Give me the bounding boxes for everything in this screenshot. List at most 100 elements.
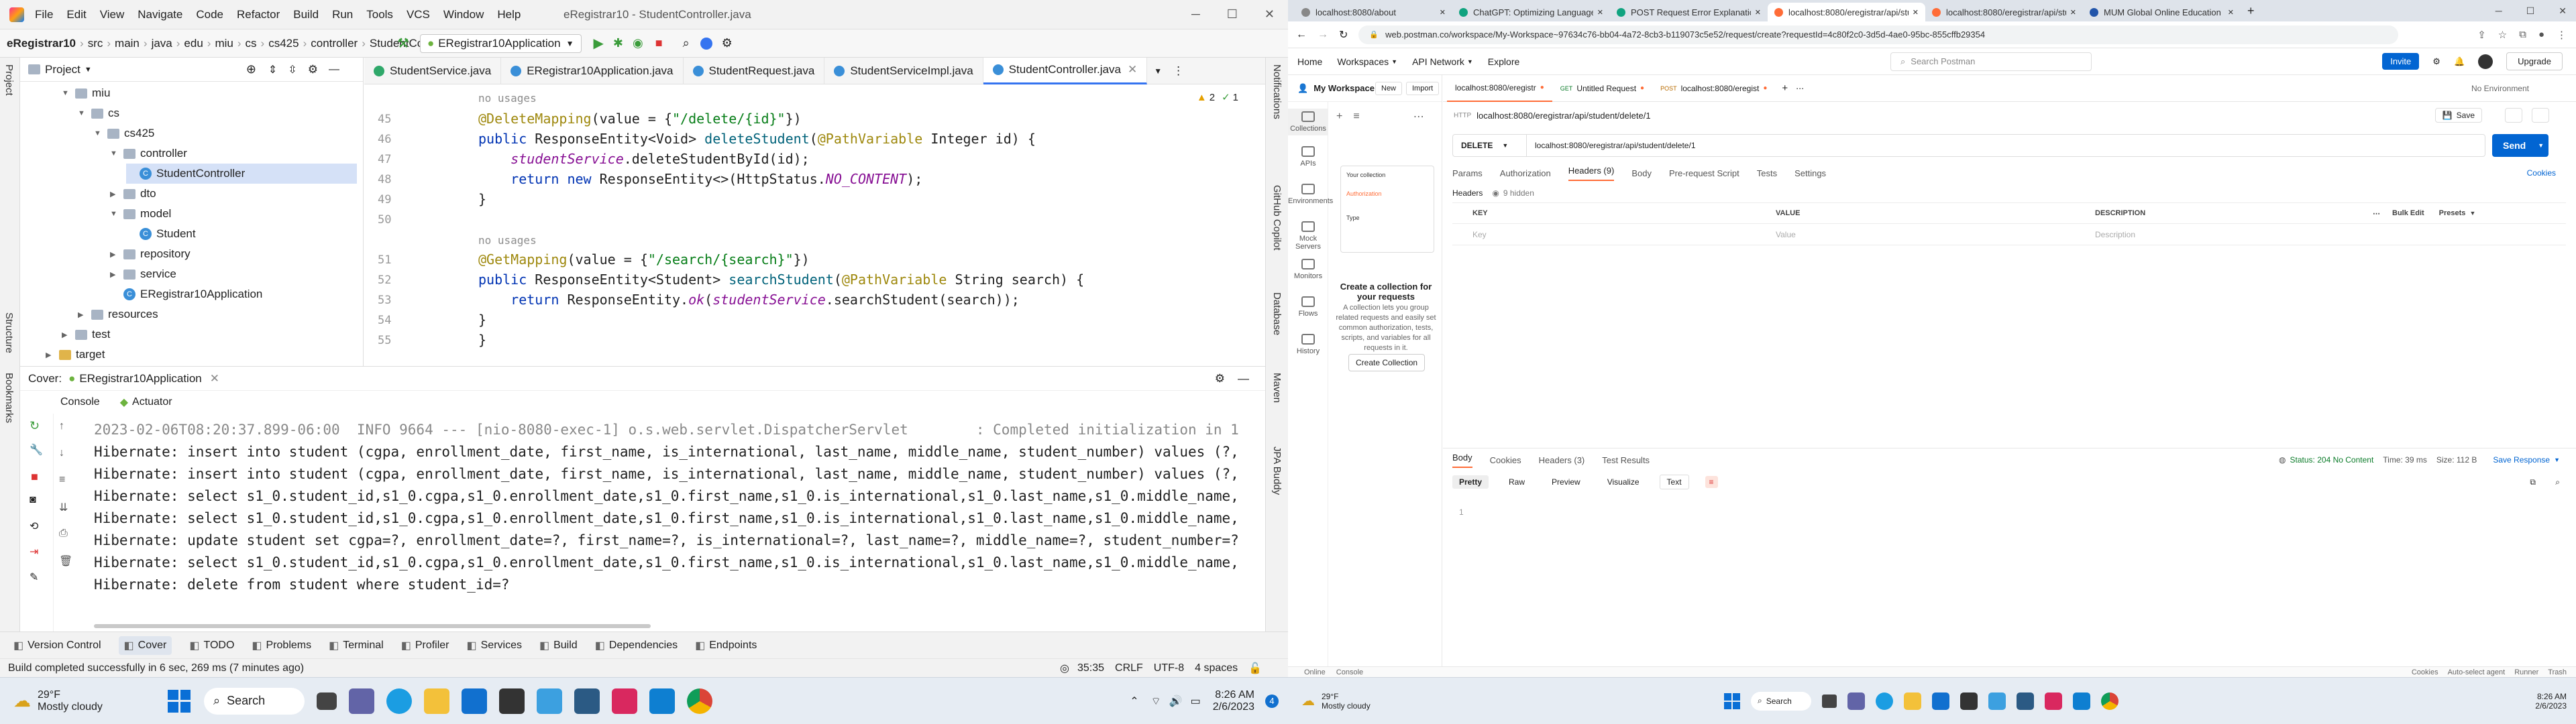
comment-icon[interactable] bbox=[2532, 108, 2549, 123]
new-request-tab-button[interactable]: + bbox=[1782, 82, 1788, 94]
workspace-name[interactable]: My Workspace bbox=[1313, 83, 1375, 93]
browser-tab[interactable]: MUM Global Online Education ✕ bbox=[2083, 3, 2241, 21]
copy-icon[interactable]: ⧉ bbox=[2530, 477, 2536, 487]
code-line[interactable]: public ResponseEntity<Void> deleteStuden… bbox=[478, 129, 1036, 149]
chrome-icon[interactable] bbox=[687, 688, 712, 714]
settings-icon[interactable]: ⚙ bbox=[722, 36, 733, 50]
chevron-down-icon[interactable]: ▼ bbox=[2469, 210, 2475, 217]
tree-item[interactable]: C StudentController bbox=[126, 164, 357, 184]
close-icon[interactable]: ✕ bbox=[1128, 63, 1137, 76]
response-view-option[interactable]: Text bbox=[1659, 475, 1689, 489]
headers-subtab[interactable]: Headers bbox=[1452, 188, 1483, 198]
request-section-tab[interactable]: Params bbox=[1452, 168, 1483, 178]
response-view-option[interactable]: Visualize bbox=[1601, 475, 1646, 489]
request-section-tab[interactable]: Tests bbox=[1757, 168, 1777, 178]
terminal-icon[interactable] bbox=[499, 688, 525, 714]
copilot-tool-button[interactable]: GitHub Copilot bbox=[1271, 185, 1283, 251]
chrome-icon[interactable] bbox=[2101, 692, 2118, 710]
runner-button[interactable]: Runner bbox=[2514, 668, 2538, 676]
code-line[interactable]: studentService.deleteStudentById(id); bbox=[478, 149, 810, 169]
pycharm-icon[interactable] bbox=[574, 688, 600, 714]
extension-icon[interactable]: ⧉ bbox=[2519, 29, 2526, 40]
chevron-down-icon[interactable]: ▼ bbox=[94, 129, 103, 137]
collapse-icon[interactable]: ⇕ bbox=[268, 63, 277, 76]
notification-badge[interactable]: 4 bbox=[1265, 694, 1279, 708]
teams-icon[interactable] bbox=[1847, 692, 1865, 710]
url-input[interactable]: localhost:8080/eregistrar/api/student/de… bbox=[1527, 141, 1696, 150]
build-status-message[interactable]: Build completed successfully in 6 sec, 2… bbox=[8, 662, 304, 674]
run-config-select[interactable]: ● ERegistrar10Application ▼ bbox=[419, 34, 582, 53]
taskbar-search[interactable]: ⌕ Search bbox=[1751, 691, 1811, 711]
browser-tab[interactable]: localhost:8080/about ✕ bbox=[1295, 3, 1452, 21]
camera-icon[interactable]: ◙ bbox=[30, 494, 36, 506]
bookmarks-tool-button[interactable]: Bookmarks bbox=[3, 373, 15, 423]
more-icon[interactable]: ⋯ bbox=[1413, 110, 1424, 123]
tool-window-terminal[interactable]: ◧ Terminal bbox=[329, 639, 384, 652]
new-button[interactable]: New bbox=[1375, 81, 1403, 95]
cookies-link[interactable]: Cookies bbox=[2527, 168, 2556, 178]
tree-item[interactable]: ▶ dto bbox=[110, 184, 156, 204]
clock-date[interactable]: 2/6/2023 bbox=[1213, 701, 1254, 713]
close-icon[interactable]: ✕ bbox=[1913, 8, 1919, 17]
breadcrumb-item[interactable]: edu bbox=[184, 37, 203, 50]
environment-select[interactable]: No Environment bbox=[2471, 84, 2529, 93]
invite-button[interactable]: Invite bbox=[2382, 53, 2420, 70]
hide-icon[interactable]: — bbox=[1238, 372, 1249, 385]
chevron-right-icon[interactable]: ▶ bbox=[62, 330, 71, 339]
line-separator[interactable]: CRLF bbox=[1115, 662, 1143, 674]
chevron-right-icon[interactable]: ▶ bbox=[110, 250, 119, 259]
maximize-button[interactable]: ☐ bbox=[1227, 7, 1238, 21]
close-icon[interactable]: ✕ bbox=[1440, 8, 1446, 17]
breadcrumb-item[interactable]: controller bbox=[311, 37, 358, 50]
description-input[interactable]: Description bbox=[2091, 230, 2373, 239]
rail-history[interactable]: History bbox=[1288, 334, 1328, 355]
clock-date[interactable]: 2/6/2023 bbox=[2535, 701, 2567, 711]
chevron-down-icon[interactable]: ▼ bbox=[85, 66, 92, 74]
cookies-button[interactable]: Cookies bbox=[2412, 668, 2438, 676]
hidden-headers-toggle[interactable]: 9 hidden bbox=[1503, 188, 1534, 198]
home-link[interactable]: Home bbox=[1297, 56, 1322, 67]
search-icon[interactable]: ⌕ bbox=[683, 36, 690, 50]
postman-search[interactable]: ⌕ Search Postman bbox=[1890, 52, 2092, 71]
menu-code[interactable]: Code bbox=[196, 8, 223, 21]
run-icon[interactable]: ▶ bbox=[594, 35, 604, 52]
menu-tools[interactable]: Tools bbox=[366, 8, 393, 21]
close-icon[interactable]: ✕ bbox=[1597, 8, 1603, 17]
gear-icon[interactable]: ⚙ bbox=[2432, 56, 2440, 67]
back-icon[interactable]: ← bbox=[1296, 29, 1307, 41]
horizontal-scrollbar[interactable] bbox=[94, 624, 651, 628]
project-tool-button[interactable]: Project bbox=[3, 64, 15, 96]
debug-icon[interactable]: ✱ bbox=[613, 36, 623, 50]
indent-setting[interactable]: 4 spaces bbox=[1195, 662, 1238, 674]
rerun-icon[interactable]: ↻ bbox=[30, 419, 40, 433]
locate-icon[interactable]: ⊕ bbox=[246, 62, 256, 76]
code-line[interactable]: @GetMapping(value = {"/search/{search}"}… bbox=[478, 249, 810, 269]
tool-window-cover[interactable]: ◧ Cover bbox=[118, 636, 172, 655]
menu-help[interactable]: Help bbox=[497, 8, 521, 21]
tree-item[interactable]: ▼ cs bbox=[78, 103, 119, 123]
rail-environments[interactable]: Environments bbox=[1288, 184, 1333, 205]
stop-icon[interactable]: ■ bbox=[655, 36, 663, 50]
chevron-down-icon[interactable]: ▼ bbox=[1467, 58, 1473, 65]
reload-icon[interactable]: ↻ bbox=[1339, 28, 1348, 42]
actuator-tab[interactable]: Actuator bbox=[132, 396, 172, 408]
browser-tab[interactable]: localhost:8080/eregistrar/api/stu ✕ bbox=[1768, 3, 1925, 21]
intellij-icon[interactable] bbox=[612, 688, 637, 714]
breadcrumb-item[interactable]: cs bbox=[246, 37, 257, 50]
browser-tab[interactable]: localhost:8080/eregistrar/api/stu ✕ bbox=[1925, 3, 2083, 21]
chevron-down-icon[interactable]: ▼ bbox=[110, 149, 119, 158]
chevron-right-icon[interactable]: ▶ bbox=[110, 190, 119, 198]
mail-icon[interactable] bbox=[462, 688, 487, 714]
wifi-icon[interactable]: ⌔ bbox=[1151, 695, 1161, 708]
console-button[interactable]: Console bbox=[1336, 668, 1363, 676]
forward-icon[interactable]: → bbox=[1318, 29, 1328, 41]
api-network-menu[interactable]: API Network bbox=[1412, 56, 1464, 67]
chevron-right-icon[interactable]: ▶ bbox=[46, 351, 55, 359]
request-tab[interactable]: GET Untitled Request ● bbox=[1552, 75, 1652, 102]
exit-icon[interactable]: ⇥ bbox=[30, 545, 38, 558]
menu-file[interactable]: File bbox=[35, 8, 53, 21]
method-select[interactable]: DELETE ▼ bbox=[1453, 135, 1527, 156]
hammer-icon[interactable]: ⚒ bbox=[397, 35, 409, 52]
agent-select[interactable]: Auto-select agent bbox=[2448, 668, 2506, 676]
close-icon[interactable]: ✕ bbox=[1755, 8, 1761, 17]
